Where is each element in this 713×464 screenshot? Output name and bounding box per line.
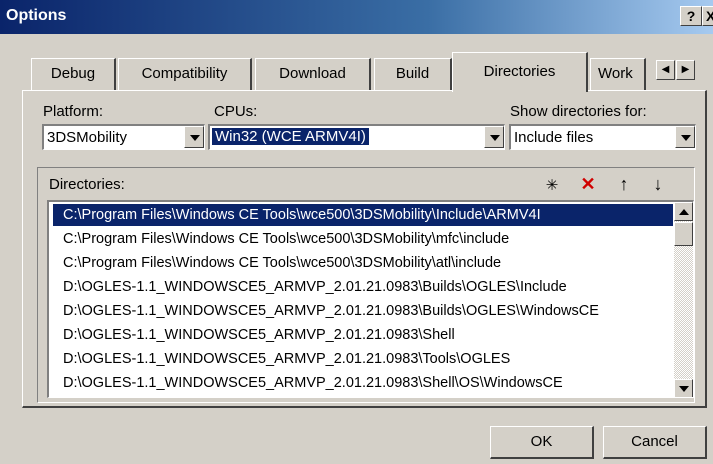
vertical-scrollbar[interactable] [674, 202, 693, 397]
platform-combobox[interactable]: 3DSMobility [42, 124, 205, 150]
show-directories-label: Show directories for: [510, 103, 647, 120]
arrow-up-icon: ↑ [619, 174, 629, 194]
title-bar: Options ? X [0, 0, 713, 34]
tab-label: Compatibility [141, 65, 228, 82]
scroll-thumb[interactable] [674, 222, 693, 246]
list-item[interactable]: D:\OGLES-1.1_WINDOWSCE5_ARMVP_2.01.21.09… [53, 276, 673, 298]
list-item[interactable]: D:\OGLES-1.1_WINDOWSCE5_ARMVP_2.01.21.09… [53, 300, 673, 322]
new-directory-button[interactable]: ✳ [540, 172, 564, 196]
move-up-button[interactable]: ↑ [612, 172, 636, 196]
right-arrow-icon: ▶ [681, 64, 690, 75]
delete-directory-button[interactable]: ✕ [576, 172, 600, 196]
list-item[interactable]: C:\Program Files\Windows CE Tools\wce500… [53, 252, 673, 274]
help-button[interactable]: ? [680, 6, 702, 26]
ok-button[interactable]: OK [490, 426, 594, 459]
tab-compatibility[interactable]: Compatibility [118, 58, 252, 90]
list-item[interactable]: D:\OGLES-1.1_WINDOWSCE5_ARMVP_2.01.21.09… [53, 348, 673, 370]
directories-label: Directories: [49, 176, 125, 193]
arrow-down-icon: ↓ [653, 174, 663, 194]
show-directories-combobox[interactable]: Include files [509, 124, 696, 150]
show-directories-value: Include files [514, 129, 594, 146]
cpus-value: Win32 (WCE ARMV4I) [211, 127, 370, 146]
tab-build[interactable]: Build [374, 58, 452, 90]
tab-directories[interactable]: Directories [452, 52, 588, 92]
cpus-combobox[interactable]: Win32 (WCE ARMV4I) [208, 124, 505, 150]
close-button[interactable]: X [702, 6, 713, 26]
directories-listbox[interactable]: C:\Program Files\Windows CE Tools\wce500… [47, 200, 694, 398]
move-down-button[interactable]: ↓ [646, 172, 670, 196]
chevron-down-icon [190, 135, 200, 141]
tab-label: Work [598, 65, 633, 82]
show-directories-dropdown-button[interactable] [675, 126, 695, 148]
list-item[interactable]: C:\Program Files\Windows CE Tools\wce500… [53, 204, 673, 226]
tab-label: Build [395, 65, 430, 82]
tab-label: Directories [483, 63, 556, 80]
list-item[interactable]: D:\OGLES-1.1_WINDOWSCE5_ARMVP_2.01.21.09… [53, 324, 673, 346]
left-arrow-icon: ◀ [661, 64, 670, 75]
chevron-down-icon [679, 386, 689, 392]
scroll-down-button[interactable] [674, 379, 693, 397]
tab-debug[interactable]: Debug [31, 58, 116, 90]
platform-dropdown-button[interactable] [184, 126, 204, 148]
tab-download[interactable]: Download [255, 58, 371, 90]
cpus-dropdown-button[interactable] [484, 126, 504, 148]
new-folder-icon: ✳ [545, 177, 559, 194]
list-item[interactable]: D:\OGLES-1.1_WINDOWSCE5_ARMVP_2.01.21.09… [53, 372, 673, 394]
list-item[interactable]: C:\Program Files\Windows CE Tools\wce500… [53, 228, 673, 250]
cpus-label: CPUs: [214, 103, 258, 120]
chevron-down-icon [681, 135, 691, 141]
tab-workspace[interactable]: Work [590, 58, 646, 90]
scroll-up-button[interactable] [674, 202, 693, 221]
chevron-down-icon [490, 135, 500, 141]
window-title: Options [6, 7, 67, 24]
chevron-up-icon [679, 209, 689, 215]
tab-scroll-right-button[interactable]: ▶ [676, 60, 695, 80]
platform-label: Platform: [43, 103, 104, 120]
platform-value: 3DSMobility [47, 129, 128, 146]
tab-label: Debug [50, 65, 96, 82]
tab-scroll-left-button[interactable]: ◀ [656, 60, 675, 80]
delete-x-icon: ✕ [580, 174, 596, 194]
tab-label: Download [279, 65, 346, 82]
cancel-button[interactable]: Cancel [603, 426, 707, 459]
